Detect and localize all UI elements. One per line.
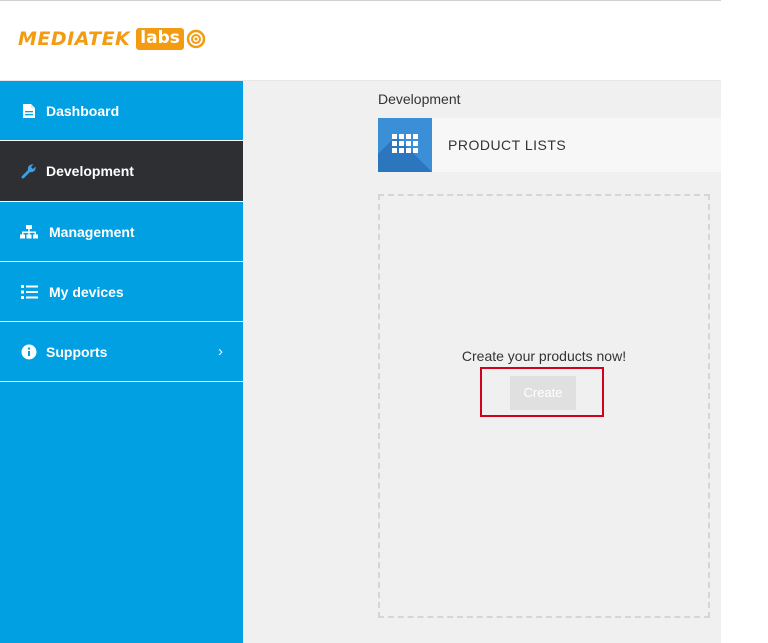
grid-icon: [378, 118, 432, 172]
sidebar-item-dashboard[interactable]: Dashboard: [0, 81, 243, 141]
sidebar-item-label: Dashboard: [46, 102, 120, 119]
highlight-box: [480, 367, 604, 417]
breadcrumb: Development: [378, 91, 461, 107]
sidebar-item-development[interactable]: Development: [0, 141, 243, 202]
wrench-icon: [20, 162, 38, 180]
empty-message: Create your products now!: [461, 348, 627, 364]
info-icon: [20, 343, 38, 361]
sidebar-item-label: My devices: [49, 283, 124, 300]
sidebar-item-supports[interactable]: Supports ›: [0, 322, 243, 382]
product-lists-header: PRODUCT LISTS: [378, 118, 721, 172]
mediatek-labs-logo[interactable]: MEDIATEK labs: [18, 28, 206, 50]
logo-labs: labs: [136, 28, 184, 50]
sidebar-item-my-devices[interactable]: My devices: [0, 262, 243, 322]
header: MEDIATEK labs: [0, 1, 721, 81]
logo-target-icon: [186, 29, 206, 49]
sidebar-item-label: Management: [49, 223, 135, 240]
logo-word: MEDIATEK: [18, 28, 131, 50]
sidebar-item-management[interactable]: Management: [0, 202, 243, 262]
document-icon: [20, 102, 38, 120]
sidebar: Dashboard Development Management My devi…: [0, 81, 243, 643]
chevron-right-icon: ›: [218, 343, 223, 360]
sidebar-item-label: Development: [46, 163, 134, 179]
sidebar-item-label: Supports: [46, 343, 108, 360]
sitemap-icon: [20, 223, 38, 241]
list-icon: [20, 283, 38, 301]
right-margin: [721, 0, 768, 643]
section-title: PRODUCT LISTS: [448, 137, 567, 153]
